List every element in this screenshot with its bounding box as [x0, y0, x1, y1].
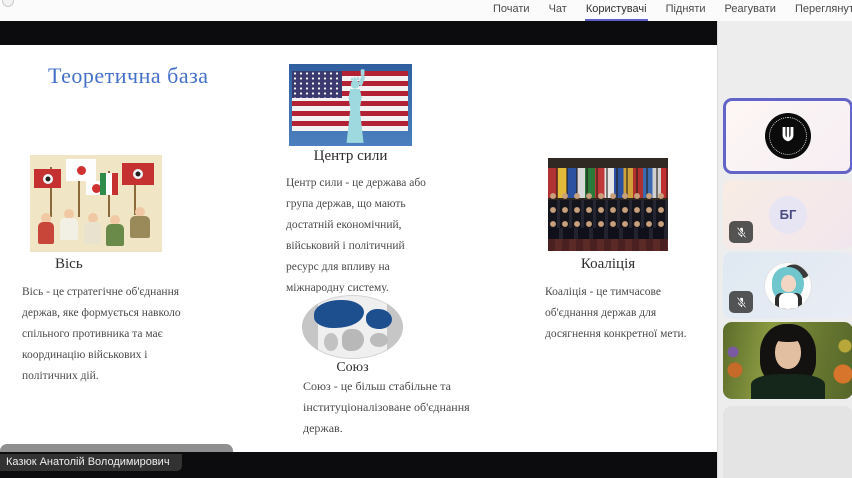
participant-tile-bg[interactable]: БГ — [723, 180, 852, 249]
section-text-axis: Вісь - це стратегічне об'єднання держав,… — [22, 282, 192, 387]
participant-tile-active-speaker[interactable] — [723, 98, 852, 174]
slide-title: Теоретична база — [48, 63, 209, 89]
menu-item-participants[interactable]: Користувачі — [585, 0, 648, 21]
poster-child — [130, 207, 150, 249]
meeting-toolbar: Почати Чат Користувачі Підняти Реагувати… — [0, 0, 852, 21]
menu-item-start[interactable]: Почати — [492, 0, 531, 21]
section-heading-axis: Вісь — [55, 256, 83, 273]
participant-tile-anime[interactable] — [723, 252, 852, 319]
section-heading-coalition: Коаліція — [548, 256, 668, 273]
menu-item-chat[interactable]: Чат — [548, 0, 568, 21]
poster-child — [38, 213, 54, 247]
coalition-photo-image — [548, 158, 668, 251]
menu-item-view[interactable]: Переглянути — [794, 0, 852, 21]
shared-screen-top-bar — [0, 21, 717, 45]
menu-item-react[interactable]: Реагувати — [724, 0, 777, 21]
presenter-name-label: Казюк Анатолій Володимирович — [0, 454, 182, 471]
usa-flag-canton — [292, 71, 342, 98]
axis-flag-red-2 — [122, 163, 154, 185]
section-text-union: Союз - це більш стабільне та інституціон… — [303, 376, 481, 439]
section-text-power-center: Центр сили - це держава або група держав… — [286, 173, 436, 299]
initials-avatar: БГ — [769, 196, 807, 234]
participant-tile-empty[interactable] — [723, 406, 852, 478]
participants-panel: БГ — [717, 21, 852, 478]
poster-child — [84, 213, 101, 249]
union-globe-image — [300, 293, 405, 361]
menu-item-raise-hand[interactable]: Підняти — [665, 0, 707, 21]
presentation-slide: Теоретична база Центр сили Центр сили - … — [0, 45, 717, 452]
axis-flag-italy — [100, 173, 118, 195]
presenter-label-cap — [0, 444, 233, 452]
poster-child — [60, 209, 78, 247]
usa-flag-image — [289, 64, 412, 146]
photo-carpet — [548, 239, 668, 251]
mic-muted-icon — [729, 291, 753, 313]
participant-video-feed — [723, 322, 852, 399]
shared-screen-bottom-bar: Казюк Анатолій Володимирович — [0, 452, 717, 478]
military-trident-emblem-icon — [765, 113, 811, 159]
statue-of-liberty-silhouette — [339, 69, 373, 145]
poster-child — [106, 215, 124, 249]
app-logo — [2, 0, 14, 7]
participant-tile-video[interactable] — [723, 322, 852, 399]
section-heading-power-center: Центр сили — [289, 148, 412, 165]
mic-muted-icon — [729, 221, 753, 243]
axis-flag-japan — [66, 159, 96, 181]
anime-avatar — [765, 263, 811, 309]
section-heading-union: Союз — [300, 360, 405, 376]
axis-flag-red — [34, 169, 61, 188]
axis-poster-image — [30, 155, 162, 252]
shared-screen: Теоретична база Центр сили Центр сили - … — [0, 21, 717, 478]
section-text-coalition: Коаліція - це тимчасове об'єднання держа… — [545, 282, 705, 345]
